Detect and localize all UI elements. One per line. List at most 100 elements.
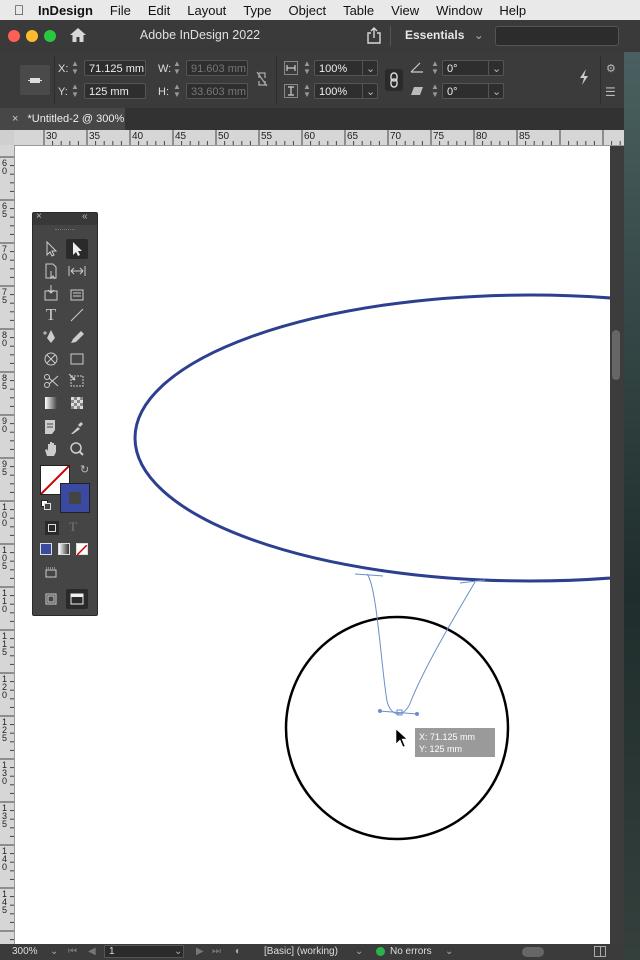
profile-dropdown-icon[interactable]: ⌄ — [355, 945, 363, 959]
zoom-window-button[interactable] — [44, 30, 56, 42]
scissors-tool-icon[interactable] — [40, 371, 62, 391]
minimize-window-button[interactable] — [26, 30, 38, 42]
note-tool-icon[interactable] — [40, 417, 62, 437]
default-colors-icon[interactable] — [41, 499, 51, 510]
scale-y-stepper[interactable]: ▲ ▼ — [302, 83, 312, 99]
workspace-switcher[interactable]: Essentials ⌄ — [405, 28, 484, 42]
vertical-scrollbar-thumb[interactable] — [612, 330, 620, 380]
home-icon[interactable] — [69, 27, 87, 46]
h-stepper[interactable]: ▲ ▼ — [172, 83, 182, 99]
menu-layout[interactable]: Layout — [187, 3, 226, 18]
menu-file[interactable]: File — [110, 3, 131, 18]
first-page-icon[interactable]: ⏮ — [68, 945, 77, 959]
type-tool-icon[interactable]: T — [40, 305, 62, 325]
apply-none-icon[interactable] — [76, 543, 88, 556]
document-page[interactable] — [15, 146, 640, 946]
y-field[interactable]: 125 mm — [84, 83, 146, 99]
apple-menu-icon[interactable]:  — [0, 2, 38, 18]
collapse-panel-icon[interactable]: « — [82, 211, 88, 222]
formatting-text-icon[interactable]: T — [69, 519, 77, 535]
x-field[interactable]: 71.125 mm — [84, 60, 146, 76]
preflight-errors[interactable]: No errors — [390, 945, 432, 959]
close-panel-icon[interactable]: × — [36, 211, 42, 222]
free-transform-tool-icon[interactable] — [66, 371, 88, 391]
zoom-dropdown-icon[interactable]: ⌄ — [50, 945, 58, 959]
zoom-tool-icon[interactable] — [66, 439, 88, 459]
rotate-dropdown[interactable]: ⌄ — [488, 60, 504, 76]
formatting-container-icon[interactable] — [45, 521, 59, 535]
hand-tool-icon[interactable] — [40, 439, 62, 459]
search-input[interactable] — [495, 26, 619, 46]
tools-panel-header[interactable]: × « — [33, 211, 97, 225]
pasteboard[interactable] — [610, 146, 624, 946]
gear-icon[interactable]: ⚙ — [606, 62, 616, 75]
quick-actions-icon[interactable] — [578, 68, 590, 89]
scale-x-stepper[interactable]: ▲ ▼ — [302, 60, 312, 76]
document-tab[interactable]: × *Untitled-2 @ 300% — [0, 108, 125, 130]
apply-color-icon[interactable] — [40, 543, 52, 555]
app-menu[interactable]: InDesign — [38, 3, 93, 18]
apply-gradient-icon[interactable] — [58, 543, 70, 555]
split-window-icon[interactable] — [594, 946, 606, 957]
ruler-origin[interactable] — [0, 130, 14, 145]
close-tab-icon[interactable]: × — [12, 113, 18, 125]
menu-edit[interactable]: Edit — [148, 3, 170, 18]
constrain-proportions-icon[interactable] — [255, 70, 269, 91]
pen-tool-icon[interactable] — [40, 327, 62, 347]
horizontal-scrollbar-thumb[interactable] — [522, 947, 544, 957]
x-stepper[interactable]: ▲ ▼ — [70, 60, 80, 76]
shear-stepper[interactable]: ▲ ▼ — [430, 83, 440, 99]
page-number-field[interactable]: 1 — [104, 945, 184, 958]
menu-type[interactable]: Type — [243, 3, 271, 18]
rectangle-frame-tool-icon[interactable] — [40, 349, 62, 369]
scale-x-dropdown[interactable]: ⌄ — [362, 60, 378, 76]
gradient-feather-tool-icon[interactable] — [66, 393, 88, 413]
panel-menu-icon[interactable]: ☰ — [605, 85, 616, 99]
rectangle-tool-icon[interactable] — [66, 349, 88, 369]
menu-object[interactable]: Object — [289, 3, 327, 18]
content-placer-tool-icon[interactable] — [66, 283, 88, 303]
scale-y-field[interactable]: 100% — [314, 83, 364, 99]
w-stepper[interactable]: ▲ ▼ — [172, 60, 182, 76]
next-page-icon[interactable]: ▶ — [196, 945, 204, 959]
gradient-swatch-tool-icon[interactable] — [40, 393, 62, 413]
preflight-profile[interactable]: [Basic] (working) — [264, 945, 338, 959]
scale-y-dropdown[interactable]: ⌄ — [362, 83, 378, 99]
menu-help[interactable]: Help — [499, 3, 526, 18]
close-window-button[interactable] — [8, 30, 20, 42]
vertical-ruler[interactable]: 60 65 70 75 80 85 90 95 100 105 110 115 120 125 130 135… — [0, 145, 15, 945]
selection-tool-icon[interactable] — [40, 239, 62, 259]
rotate-stepper[interactable]: ▲ ▼ — [430, 60, 440, 76]
gap-tool-icon[interactable] — [66, 261, 88, 281]
preflight-dropdown-icon[interactable]: ⌄ — [445, 945, 453, 959]
h-field[interactable]: 33.603 mm — [186, 83, 248, 99]
share-icon[interactable] — [366, 27, 382, 47]
normal-view-icon[interactable] — [40, 589, 62, 609]
shear-dropdown[interactable]: ⌄ — [488, 83, 504, 99]
w-field[interactable]: 91.603 mm — [186, 60, 248, 76]
link-scale-icon[interactable] — [385, 69, 403, 91]
handle-point[interactable] — [378, 709, 382, 713]
menu-table[interactable]: Table — [343, 3, 374, 18]
rotate-field[interactable]: 0° — [442, 60, 490, 76]
horizontal-ruler[interactable]: 30 35 40 45 50 55 60 65 70 75 80 85 — [14, 130, 624, 146]
zoom-level-field[interactable]: 300% — [12, 945, 38, 959]
stroke-swatch[interactable] — [60, 483, 90, 513]
scale-x-field[interactable]: 100% — [314, 60, 364, 76]
selected-path[interactable] — [366, 573, 476, 715]
pencil-tool-icon[interactable] — [66, 327, 88, 347]
menu-view[interactable]: View — [391, 3, 419, 18]
page-tool-icon[interactable] — [40, 261, 62, 281]
previous-page-icon[interactable]: ◀ — [88, 945, 96, 959]
last-page-icon[interactable]: ⏭ — [212, 945, 221, 959]
direct-selection-tool-icon[interactable] — [66, 239, 88, 259]
open-document-icon[interactable]: ◐ — [235, 945, 241, 959]
menu-window[interactable]: Window — [436, 3, 482, 18]
screen-mode-icon[interactable] — [40, 563, 62, 583]
shear-field[interactable]: 0° — [442, 83, 490, 99]
content-collector-tool-icon[interactable] — [40, 283, 62, 303]
reference-point-icon[interactable] — [20, 65, 50, 95]
handle-point[interactable] — [415, 712, 419, 716]
eyedropper-tool-icon[interactable] — [66, 417, 88, 437]
line-tool-icon[interactable] — [66, 305, 88, 325]
